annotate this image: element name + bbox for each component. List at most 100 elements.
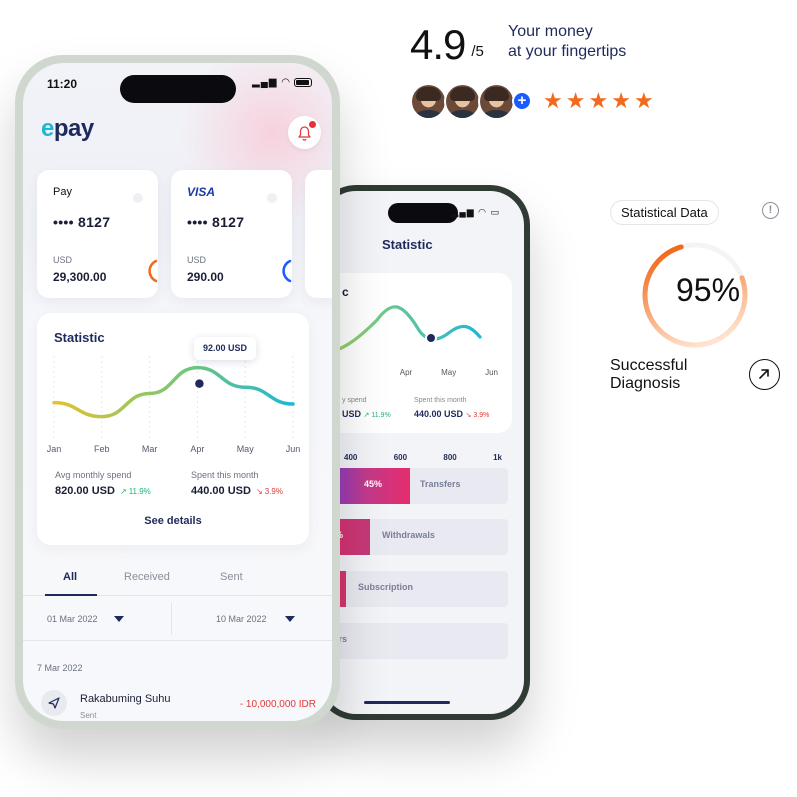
scale-tick: 400 — [344, 453, 358, 462]
tagline-line-2: at your fingertips — [508, 43, 627, 60]
card-number: •••• 8127 — [53, 214, 111, 230]
scale-tick: 1k — [493, 453, 502, 462]
statistic-card: c Apr May Jun y spend USD ↗ 11.9% Spent … — [322, 273, 512, 433]
gauge-value: 95% — [675, 272, 741, 308]
card-number: •••• 8127 — [187, 214, 245, 230]
card-brand: Pay — [53, 186, 72, 198]
transaction-group-date: 7 Mar 2022 — [37, 663, 83, 673]
dynamic-island — [388, 203, 458, 223]
rating-value: 4.9 — [410, 21, 466, 68]
diagnosis-label: Successful Diagnosis — [610, 357, 687, 393]
trend-down-icon: ↘ — [256, 487, 263, 496]
status-icons: ▂▄▆ ◠ ▭ — [451, 207, 500, 217]
category-row-subscription[interactable]: Subscription — [322, 571, 508, 607]
spending-line-chart: Jan Feb Mar Apr May Jun — [47, 356, 301, 454]
avg-value: 820.00 USD ↗ 11.9% — [55, 485, 151, 497]
star-icon: ★ — [565, 88, 586, 113]
rating-denominator: /5 — [471, 43, 484, 60]
statistic-title: Statistic — [382, 237, 433, 252]
phone-mockup-front: 11:20 ▂▄▆ ◠ epay Pay •••• 8127 USD 29,30… — [15, 55, 340, 729]
x-tick-label: Mar — [142, 444, 158, 454]
statistic-card: Statistic Jan Feb Mar Apr May Jun 92.00 USD A… — [37, 313, 309, 545]
month-label: Apr — [399, 368, 413, 377]
star-icon: ★ — [588, 88, 609, 113]
tab-all[interactable]: All — [63, 571, 77, 583]
x-tick-label: Apr — [190, 444, 204, 454]
x-tick-label: May — [237, 444, 255, 454]
mini-line-chart — [322, 305, 482, 355]
star-icon: ★ — [543, 88, 563, 113]
month-label: May — [441, 368, 457, 377]
avatar — [444, 83, 481, 120]
arrow-up-right-icon — [759, 369, 769, 379]
spent-value: 440.00 USD ↘ 3.9% — [191, 485, 283, 497]
transaction-status: Sent — [80, 711, 97, 720]
phone-mockup-back: ▂▄▆ ◠ ▭ Statistic c Apr May Jun y spend … — [316, 185, 530, 720]
transaction-name: Rakabuming Suhu — [80, 693, 171, 705]
open-diagnosis-button[interactable] — [749, 359, 780, 390]
tagline-line-1: Your money — [508, 23, 593, 40]
see-details-link[interactable]: See details — [37, 515, 309, 527]
category-row-others[interactable]: hers — [322, 623, 508, 659]
star-icon: ★ — [633, 88, 654, 113]
card-chip — [267, 193, 277, 203]
star-icon: ★ — [611, 88, 631, 113]
tagline: Your money at your fingertips — [508, 22, 626, 62]
dynamic-island — [119, 75, 236, 103]
category-row-withdrawals[interactable]: 25% Withdrawals — [322, 519, 508, 555]
avg-label: y spend — [342, 397, 367, 404]
battery-icon — [294, 77, 312, 87]
notification-dot — [309, 121, 316, 128]
tab-sent[interactable]: Sent — [220, 571, 243, 583]
trend-up-icon: ↗ — [120, 487, 127, 496]
scale-tick: 600 — [393, 453, 408, 462]
statistical-data-pill: Statistical Data — [610, 200, 719, 225]
status-time: 11:20 — [47, 77, 78, 91]
x-tick-label: Jun — [286, 444, 301, 454]
card-brand: VISA — [187, 185, 216, 199]
month-axis: Apr May Jun — [322, 368, 512, 377]
chevron-down-icon — [114, 616, 124, 622]
category-row-transfers[interactable]: 45% Transfers — [322, 468, 508, 504]
payment-card-visa[interactable]: VISA •••• 8127 USD 290.00 — [171, 170, 292, 298]
phone-screen: 11:20 ▂▄▆ ◠ epay Pay •••• 8127 USD 29,30… — [23, 63, 332, 721]
month-label: Jun — [485, 368, 498, 377]
highlight-point — [192, 376, 207, 391]
plus-icon[interactable]: + — [512, 91, 532, 111]
star-rating: ★ ★ ★ ★ ★ — [543, 90, 654, 112]
transaction-tabs: All Received Sent — [23, 566, 332, 596]
send-icon — [41, 690, 67, 716]
phone-screen: ▂▄▆ ◠ ▭ Statistic c Apr May Jun y spend … — [322, 191, 524, 714]
card-balance: 29,300.00 — [53, 270, 107, 284]
chevron-down-icon — [285, 616, 295, 622]
avg-value: USD ↗ 11.9% — [342, 409, 391, 419]
bell-icon — [298, 126, 311, 141]
info-icon[interactable]: ! — [762, 202, 779, 219]
transaction-amount: - 10,000,000 IDR — [239, 699, 316, 710]
spent-label: Spent this month — [414, 397, 467, 404]
x-tick-label: Feb — [94, 444, 110, 454]
card-balance: 290.00 — [187, 270, 224, 284]
diagnosis-label-line-1: Successful — [610, 357, 688, 374]
spent-label: Spent this month — [191, 470, 259, 480]
tab-received[interactable]: Received — [124, 571, 170, 583]
card-currency: USD — [53, 255, 73, 265]
diagnosis-label-line-2: Diagnosis — [610, 375, 681, 392]
spent-value: 440.00 USD ↘ 3.9% — [414, 409, 490, 419]
date-range-filter: 01 Mar 2022 10 Mar 2022 — [23, 603, 332, 641]
value-tooltip: 92.00 USD — [194, 337, 257, 360]
payment-card-applepay[interactable]: Pay •••• 8127 USD 29,300.00 — [37, 170, 158, 298]
scale-tick: 800 — [443, 453, 457, 462]
app-logo: epay — [41, 115, 94, 142]
avg-label: Avg monthly spend — [55, 470, 132, 480]
card-currency: USD — [187, 255, 207, 265]
status-icons: ▂▄▆ ◠ — [252, 77, 312, 88]
notifications-button[interactable] — [288, 116, 321, 149]
bar-scale: 400 600 800 1k — [322, 453, 502, 462]
balance-arc — [282, 259, 292, 283]
avatar — [478, 83, 515, 120]
active-tab-indicator — [45, 594, 97, 596]
payment-card-partial[interactable] — [305, 170, 332, 298]
statistic-title: Statistic — [54, 330, 105, 345]
avatar-group: + — [410, 83, 540, 121]
